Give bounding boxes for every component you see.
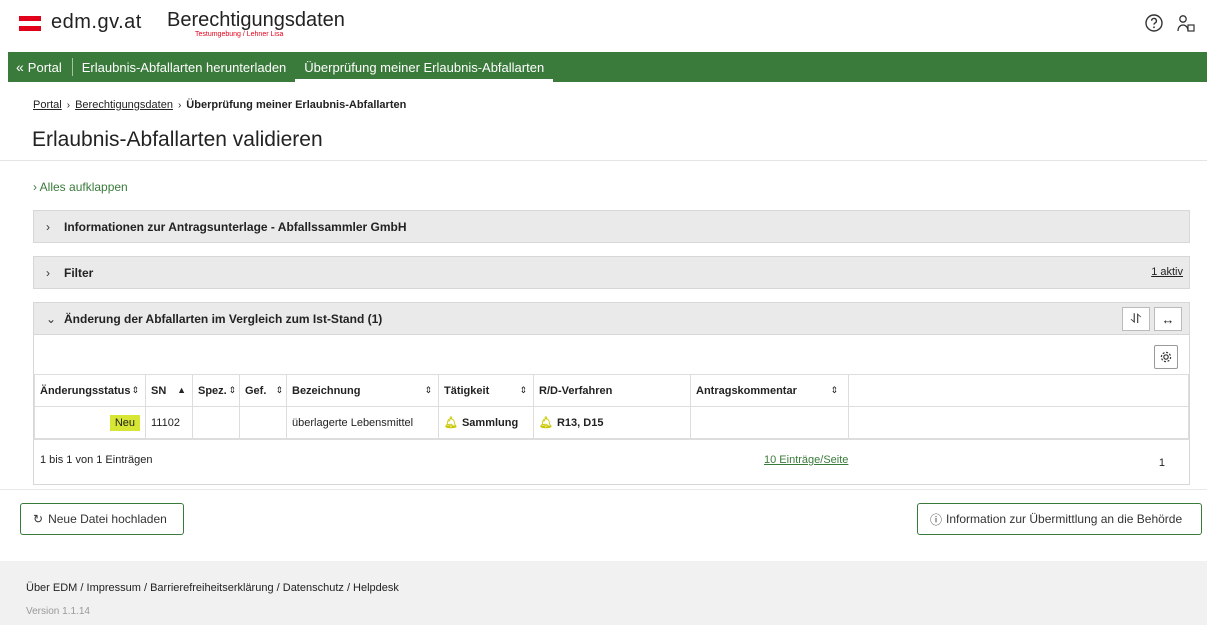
version-label: Version 1.1.14 bbox=[26, 606, 90, 617]
upload-button-label: Neue Datei hochladen bbox=[48, 512, 167, 526]
table-row[interactable]: Neu 11102 überlagerte Lebensmittel 🔔︎ Sam… bbox=[34, 406, 1189, 439]
col-spez[interactable]: Spez. ⇕ bbox=[192, 374, 240, 407]
sort-icon: ⇕ bbox=[424, 385, 432, 395]
chevron-right-icon: › bbox=[46, 219, 50, 234]
bell-icon: 🔔︎ bbox=[539, 417, 553, 429]
table-footer: 1 bis 1 von 1 Einträgen 10 Einträge/Seit… bbox=[34, 439, 1189, 484]
app-title: Berechtigungsdaten bbox=[167, 9, 345, 31]
environment-label: Testumgebung / Lehner Lisa bbox=[195, 31, 284, 38]
cell-spez bbox=[192, 406, 240, 439]
gear-icon bbox=[1160, 351, 1172, 363]
expand-width-button[interactable]: ↔ bbox=[1154, 307, 1182, 331]
divider bbox=[0, 489, 1207, 490]
collapse-columns-button[interactable]: ⥯ bbox=[1122, 307, 1150, 331]
footer: Über EDM / Impressum / Barrierefreiheits… bbox=[0, 561, 1207, 625]
table-header-row: Änderungsstatus ⇕ SN ▲ Spez. ⇕ Gef. ⇕ Bezeic… bbox=[34, 374, 1189, 407]
horizontal-arrows-icon: ↔ bbox=[1161, 311, 1175, 327]
filter-panel-title: Filter bbox=[64, 265, 94, 280]
chevron-right-icon: › bbox=[177, 99, 182, 111]
sort-icon: ⇕ bbox=[519, 385, 527, 395]
sort-icon: ⇕ bbox=[830, 385, 838, 395]
changes-panel-header[interactable]: ⌄ Änderung der Abfallarten im Vergleich … bbox=[34, 303, 1189, 334]
cell-taetigkeit: 🔔︎ Sammlung bbox=[438, 406, 534, 439]
changes-panel-title: Änderung der Abfallarten im Vergleich zu… bbox=[64, 311, 383, 326]
divider bbox=[0, 160, 1207, 161]
breadcrumb-berechtigungsdaten[interactable]: Berechtigungsdaten bbox=[75, 99, 173, 111]
austria-flag-logo bbox=[19, 16, 41, 31]
nav-portal-label: Portal bbox=[27, 59, 62, 75]
main-nav: « Portal Erlaubnis-Abfallarten herunterl… bbox=[8, 52, 1207, 82]
table-settings-button[interactable] bbox=[1154, 345, 1178, 369]
changes-table: Änderungsstatus ⇕ SN ▲ Spez. ⇕ Gef. ⇕ Bezeic… bbox=[34, 374, 1189, 439]
nav-portal[interactable]: « Portal bbox=[8, 58, 73, 76]
col-sn[interactable]: SN ▲ bbox=[145, 374, 193, 407]
table-toolbar bbox=[34, 334, 1189, 374]
changes-panel: ⌄ Änderung der Abfallarten im Vergleich … bbox=[33, 302, 1190, 485]
chevron-down-icon: ⌄ bbox=[46, 311, 57, 326]
info-panel: › Informationen zur Antragsunterlage - A… bbox=[33, 210, 1190, 243]
sort-icon: ⇕ bbox=[131, 385, 139, 395]
sort-icon: ⇕ bbox=[228, 385, 236, 395]
page-size-selector[interactable]: 10 Einträge/Seite bbox=[764, 454, 848, 466]
sort-asc-icon: ▲ bbox=[177, 385, 186, 395]
chevron-right-icon: › bbox=[33, 180, 37, 194]
footer-links[interactable]: Über EDM / Impressum / Barrierefreiheits… bbox=[26, 582, 399, 594]
refresh-icon: ↻ bbox=[33, 512, 44, 526]
cell-kommentar bbox=[690, 406, 849, 439]
filter-active-count[interactable]: 1 aktiv bbox=[1151, 266, 1183, 278]
cell-empty bbox=[848, 406, 1189, 439]
cell-status: Neu bbox=[34, 406, 146, 439]
expand-all-label: Alles aufklappen bbox=[39, 180, 128, 194]
col-status[interactable]: Änderungsstatus ⇕ bbox=[34, 374, 146, 407]
double-chevron-left-icon: « bbox=[16, 59, 24, 75]
page-title: Erlaubnis-Abfallarten validieren bbox=[32, 128, 323, 151]
breadcrumb: Portal › Berechtigungsdaten › Überprüfun… bbox=[33, 99, 406, 111]
col-kommentar[interactable]: Antragskommentar ⇕ bbox=[690, 374, 849, 407]
chevron-right-icon: › bbox=[66, 99, 71, 111]
top-header: edm.gv.at Berechtigungsdaten Testumgebun… bbox=[0, 0, 1207, 48]
breadcrumb-portal[interactable]: Portal bbox=[33, 99, 62, 111]
breadcrumb-current: Überprüfung meiner Erlaubnis-Abfallarten bbox=[186, 99, 407, 111]
site-name[interactable]: edm.gv.at bbox=[51, 11, 142, 34]
nav-review[interactable]: Überprüfung meiner Erlaubnis-Abfallarten bbox=[295, 52, 554, 82]
cell-gef bbox=[239, 406, 287, 439]
col-bezeichnung[interactable]: Bezeichnung ⇕ bbox=[286, 374, 439, 407]
user-icon[interactable] bbox=[1175, 12, 1197, 34]
entries-summary: 1 bis 1 von 1 Einträgen bbox=[40, 454, 153, 466]
submission-info-button[interactable]: ⓘ Information zur Übermittlung an die Be… bbox=[917, 503, 1202, 535]
sort-icon: ⇕ bbox=[275, 385, 283, 395]
cell-sn: 11102 bbox=[145, 406, 193, 439]
status-badge: Neu bbox=[109, 414, 140, 431]
chevron-right-icon: › bbox=[46, 265, 50, 280]
cell-verfahren: 🔔︎ R13, D15 bbox=[533, 406, 691, 439]
expand-all-link[interactable]: › Alles aufklappen bbox=[33, 180, 128, 194]
nav-download[interactable]: Erlaubnis-Abfallarten herunterladen bbox=[73, 52, 296, 82]
collapse-arrows-icon: ⥯ bbox=[1131, 311, 1141, 326]
col-gef[interactable]: Gef. ⇕ bbox=[239, 374, 287, 407]
info-panel-title: Informationen zur Antragsunterlage - Abf… bbox=[64, 219, 407, 234]
col-taetigkeit[interactable]: Tätigkeit ⇕ bbox=[438, 374, 534, 407]
bell-icon: 🔔︎ bbox=[444, 417, 458, 429]
col-empty bbox=[848, 374, 1189, 407]
help-circle-icon: ⓘ bbox=[930, 512, 943, 527]
page-number[interactable]: 1 bbox=[1159, 457, 1165, 469]
info-button-label: Information zur Übermittlung an die Behö… bbox=[946, 512, 1183, 526]
upload-new-file-button[interactable]: ↻ Neue Datei hochladen bbox=[20, 503, 184, 535]
col-verfahren: R/D-Verfahren bbox=[533, 374, 691, 407]
panel-tools: ⥯ ↔ bbox=[1122, 307, 1182, 331]
cell-bezeichnung: überlagerte Lebensmittel bbox=[286, 406, 439, 439]
filter-panel-header[interactable]: › Filter 1 aktiv bbox=[34, 257, 1189, 288]
filter-panel: › Filter 1 aktiv bbox=[33, 256, 1190, 289]
info-panel-header[interactable]: › Informationen zur Antragsunterlage - A… bbox=[34, 211, 1189, 242]
help-circle-icon[interactable] bbox=[1143, 12, 1165, 34]
